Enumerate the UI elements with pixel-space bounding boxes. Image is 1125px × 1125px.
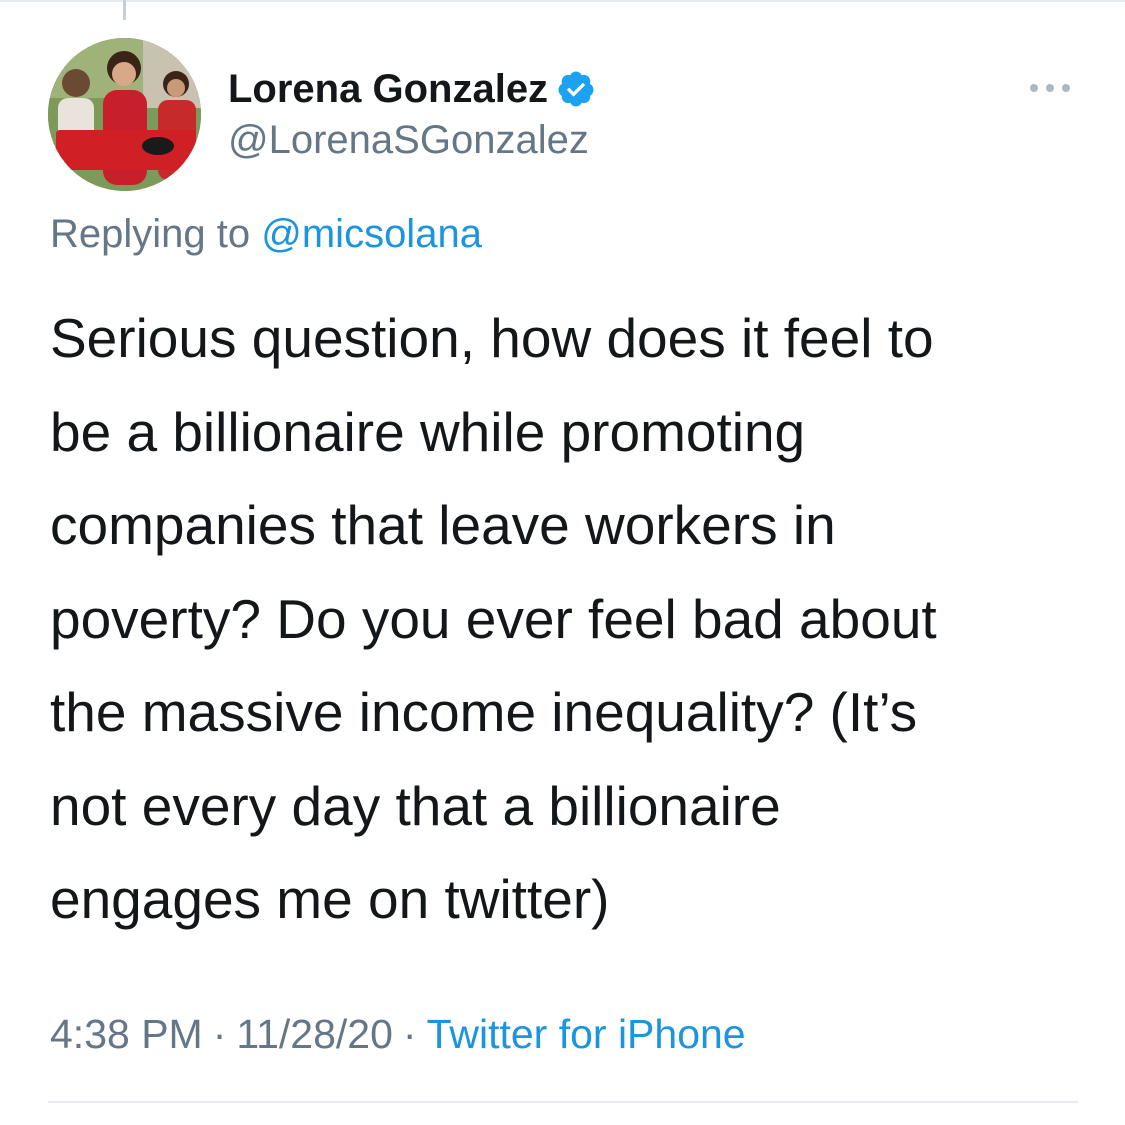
top-divider <box>0 0 1125 2</box>
author-name-row[interactable]: Lorena Gonzalez <box>228 62 596 116</box>
tweet-text-line: engages me on twitter) <box>50 868 610 930</box>
tweet-text-line: be a billionaire while promoting <box>50 400 806 463</box>
avatar[interactable] <box>48 38 201 191</box>
meta-separator: · <box>212 1011 227 1057</box>
tweet-source-link[interactable]: Twitter for iPhone <box>427 1011 746 1057</box>
tweet-text-line: not every day that a billionaire <box>50 774 781 837</box>
bottom-divider <box>48 1101 1078 1103</box>
thread-connector-line <box>123 0 126 20</box>
tweet-text-line: companies that leave workers in <box>50 494 836 556</box>
tweet-text-line: Serious question, how does it feel to <box>50 307 934 369</box>
verified-badge-icon <box>556 69 596 109</box>
tweet-text-line: the massive income inequality? (It’s <box>50 681 918 743</box>
meta-separator: · <box>402 1011 417 1057</box>
tweet-text-line: poverty? Do you ever feel bad about <box>50 587 937 650</box>
author-handle[interactable]: @LorenaSGonzalez <box>228 118 589 163</box>
avatar-photo-icon <box>48 38 201 191</box>
tweet-text: Serious question, how does it feel to be… <box>50 292 1090 947</box>
tweet-time[interactable]: 4:38 PM <box>50 1011 203 1057</box>
replying-to-label: Replying to <box>50 212 251 256</box>
author-display-name[interactable]: Lorena Gonzalez <box>228 67 548 112</box>
replying-to-line: Replying to @micsolana <box>50 212 482 257</box>
more-options-icon[interactable] <box>1026 78 1074 98</box>
tweet-meta: 4:38 PM · 11/28/20 · Twitter for iPhone <box>50 1011 746 1058</box>
tweet-date[interactable]: 11/28/20 <box>236 1011 393 1057</box>
reply-target-link[interactable]: @micsolana <box>261 212 482 256</box>
